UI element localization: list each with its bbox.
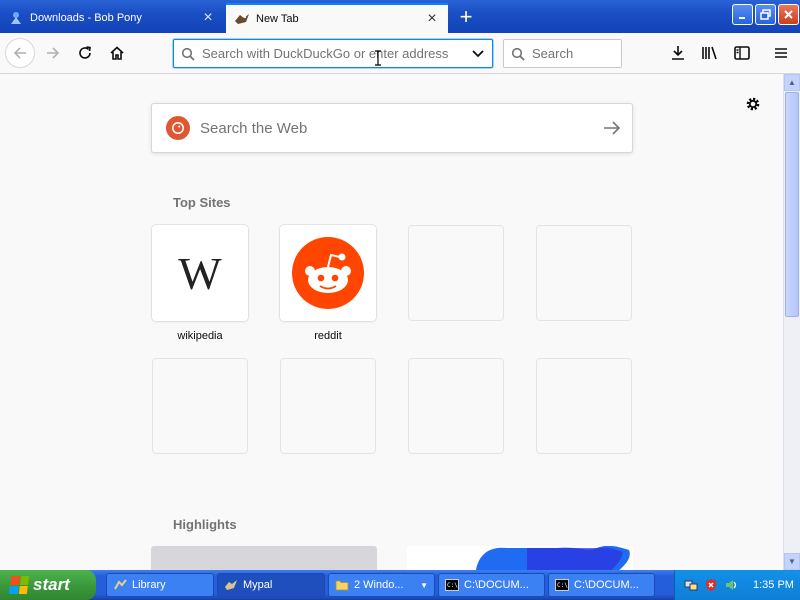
scroll-down-icon[interactable]: ▼: [784, 553, 800, 570]
close-icon: [784, 10, 793, 19]
address-bar[interactable]: [173, 39, 493, 68]
taskbar: start Library Mypal 2 Windo... ▼ C:\ C:\…: [0, 570, 800, 600]
reddit-icon: [292, 237, 364, 309]
highlight-card[interactable]: [407, 546, 633, 570]
library-button[interactable]: [696, 39, 724, 67]
sidebar-icon: [734, 46, 750, 60]
taskbar-item-mypal[interactable]: Mypal: [217, 573, 325, 597]
download-icon: [672, 46, 684, 60]
downloads-button[interactable]: [664, 39, 692, 67]
chevron-down-icon[interactable]: [464, 49, 492, 58]
chevron-down-icon: ▼: [420, 580, 428, 590]
highlight-thumbnail-icon: [475, 546, 630, 570]
reload-button[interactable]: [71, 39, 99, 67]
title-bar: Downloads - Bob Pony × New Tab × +: [0, 0, 800, 33]
back-button[interactable]: [5, 38, 35, 68]
taskbar-item-label: 2 Windo...: [354, 579, 404, 591]
minimize-button[interactable]: [732, 4, 753, 25]
new-tab-page: Top Sites W wikipedia reddit Highlights: [0, 74, 783, 570]
taskbar-item-label: Library: [132, 579, 166, 591]
top-site-empty[interactable]: [280, 358, 376, 454]
scroll-thumb[interactable]: [785, 92, 799, 317]
arrow-right-icon[interactable]: [592, 121, 632, 135]
forward-button[interactable]: [39, 39, 67, 67]
tab-favicon-icon: [8, 10, 24, 26]
wikipedia-icon: W: [178, 247, 222, 299]
minimize-icon: [738, 16, 745, 19]
web-search-input[interactable]: [200, 119, 592, 137]
top-site-empty[interactable]: [152, 358, 248, 454]
windows-logo-icon: [8, 576, 30, 594]
start-label: start: [33, 575, 70, 594]
search-input[interactable]: [532, 46, 617, 61]
home-button[interactable]: [103, 39, 131, 67]
tab-new-tab[interactable]: New Tab ×: [226, 3, 448, 33]
scroll-up-icon[interactable]: ▲: [784, 74, 800, 91]
close-tab-icon[interactable]: ×: [424, 10, 440, 27]
taskbar-item-console[interactable]: C:\ C:\DOCUM...: [438, 573, 545, 597]
folder-icon: [335, 578, 349, 592]
svg-text:C:\: C:\: [557, 582, 568, 589]
taskbar-item-label: Mypal: [243, 579, 273, 591]
restore-button[interactable]: [755, 4, 776, 25]
highlight-card[interactable]: [151, 546, 377, 570]
top-site-label: reddit: [314, 330, 342, 342]
svg-text:C:\: C:\: [447, 582, 458, 589]
vertical-scrollbar[interactable]: ▲ ▼: [783, 74, 800, 570]
nav-toolbar: [0, 33, 800, 74]
text-cursor-icon: [375, 50, 381, 66]
duckduckgo-icon: [166, 116, 190, 140]
top-site-empty[interactable]: [536, 225, 632, 321]
library-icon: [113, 578, 127, 592]
web-search-box[interactable]: [151, 103, 633, 153]
top-site-empty[interactable]: [408, 358, 504, 454]
menu-icon: [775, 48, 787, 58]
gear-icon[interactable]: [743, 94, 763, 114]
tab-label: Downloads - Bob Pony: [30, 12, 142, 24]
library-icon: [702, 46, 717, 60]
close-tab-icon[interactable]: ×: [200, 9, 216, 26]
sidebar-button[interactable]: [728, 39, 756, 67]
system-tray: 1:35 PM: [674, 570, 800, 600]
network-icon[interactable]: [683, 577, 699, 593]
address-input[interactable]: [202, 46, 464, 61]
mypal-icon: [224, 578, 238, 592]
top-site-reddit[interactable]: [280, 225, 376, 321]
start-button[interactable]: start: [0, 570, 96, 600]
forward-icon: [47, 47, 60, 59]
taskbar-item-console[interactable]: C:\ C:\DOCUM...: [548, 573, 655, 597]
search-bar[interactable]: [503, 39, 622, 68]
back-icon: [13, 47, 26, 59]
tab-label: New Tab: [256, 13, 299, 25]
volume-icon[interactable]: [723, 577, 739, 593]
search-icon: [174, 47, 202, 61]
console-icon: C:\: [445, 578, 459, 592]
menu-button[interactable]: [767, 39, 795, 67]
top-sites-heading: Top Sites: [173, 195, 231, 210]
restore-icon: [760, 9, 771, 20]
console-icon: C:\: [555, 578, 569, 592]
tab-downloads[interactable]: Downloads - Bob Pony ×: [0, 3, 224, 33]
taskbar-item-windows-group[interactable]: 2 Windo... ▼: [328, 573, 435, 597]
taskbar-item-label: C:\DOCUM...: [464, 579, 529, 591]
close-window-button[interactable]: [778, 4, 799, 25]
highlights-heading: Highlights: [173, 517, 237, 532]
clock[interactable]: 1:35 PM: [753, 579, 794, 591]
reload-icon: [79, 46, 91, 59]
top-site-label: wikipedia: [177, 330, 223, 342]
search-icon: [504, 47, 532, 61]
top-site-wikipedia[interactable]: W: [152, 225, 248, 321]
security-shield-icon[interactable]: [703, 577, 719, 593]
mypal-icon: [234, 11, 250, 27]
taskbar-item-library[interactable]: Library: [106, 573, 214, 597]
home-icon: [110, 46, 124, 60]
taskbar-item-label: C:\DOCUM...: [574, 579, 639, 591]
top-site-empty[interactable]: [536, 358, 632, 454]
new-tab-button[interactable]: +: [452, 4, 480, 30]
top-site-empty[interactable]: [408, 225, 504, 321]
